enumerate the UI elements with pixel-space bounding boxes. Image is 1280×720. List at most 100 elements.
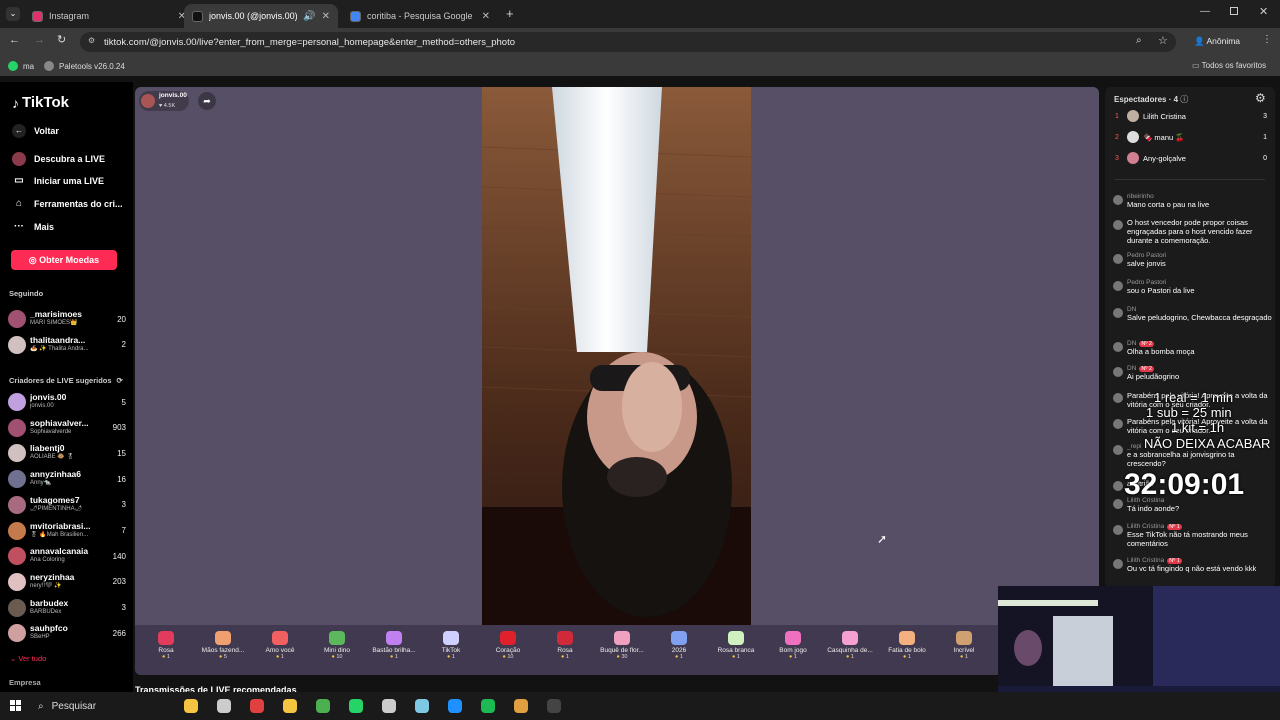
viewer-row[interactable]: 1 Lilith Cristina 3: [1115, 107, 1267, 125]
live-video-area[interactable]: jonvis.00 ♥ 4.5K ➦ Rosa ● 1 Mãos fazend...…: [135, 87, 1099, 675]
nav-item-0[interactable]: Descubra a LIVE: [12, 152, 105, 166]
tiktok-logo[interactable]: ♪ TikTok: [12, 94, 69, 111]
see-all-link[interactable]: ⌄ Ver tudo: [10, 654, 46, 663]
gift-item[interactable]: Bastão brilha... ● 1: [368, 631, 420, 660]
account-row[interactable]: mvitoriabrasi... 🎖 🔥Mah Brasilien... 7: [8, 519, 126, 543]
chat-message[interactable]: DN Nº 2 Olha a bomba moça: [1113, 340, 1273, 356]
minimize-icon[interactable]: —: [1200, 6, 1210, 17]
menu-icon[interactable]: ⋮: [1262, 34, 1272, 45]
spotify-icon[interactable]: [481, 699, 495, 713]
coin-icon: ◎: [28, 255, 37, 265]
chat-text: e a sobrancelha ai jonvisgrino ta cresce…: [1127, 450, 1235, 468]
gift-item[interactable]: Rosa ● 1: [539, 631, 591, 660]
site-info-icon[interactable]: ⚙: [88, 36, 95, 45]
gift-item[interactable]: Incrível ● 1: [938, 631, 990, 660]
gift-item[interactable]: Amo você ● 1: [254, 631, 306, 660]
gift-item[interactable]: Fatia de bolo ● 1: [881, 631, 933, 660]
chat-message[interactable]: Lilith Cristina Nº 1 Esse TikTok não tá mo…: [1113, 523, 1273, 548]
all-bookmarks[interactable]: ▭ Todos os favoritos: [1192, 61, 1266, 70]
account-row[interactable]: liabentj0 AOLIABE 🐵 🎖 15: [8, 441, 126, 465]
reload-icon[interactable]: ↻: [57, 33, 66, 46]
gift-icon: [557, 631, 573, 645]
edge-icon[interactable]: [448, 699, 462, 713]
gift-item[interactable]: Rosa branca ● 1: [710, 631, 762, 660]
chrome-icon[interactable]: [316, 699, 330, 713]
chat-message[interactable]: Pedro Pastori sou o Pastori da live: [1113, 279, 1273, 295]
account-row[interactable]: neryzinhaa nery!!🖤 ✨ 203: [8, 570, 126, 594]
chat-message[interactable]: ribeirinho Mano corta o pau na live: [1113, 193, 1273, 209]
whatsapp-icon[interactable]: [349, 699, 363, 713]
obs-icon[interactable]: [547, 699, 561, 713]
account-row[interactable]: thalitaandra... 🍝 ✨ Thalita Andra... 2: [8, 333, 126, 357]
coins-label: Obter Moedas: [39, 255, 100, 265]
account-row[interactable]: _marisimoes MARI SIMÕES👑 20: [8, 307, 126, 331]
task-view-icon[interactable]: [217, 699, 231, 713]
viewer-row[interactable]: 2 🍫 manu 🍒 1: [1115, 128, 1267, 146]
chrome-active-icon[interactable]: [514, 699, 528, 713]
tab-0[interactable]: Instagram ✕: [24, 4, 194, 28]
viewer-count: 15: [117, 448, 126, 458]
avatar: [8, 393, 26, 411]
camera-icon: ▭: [14, 175, 24, 186]
account-row[interactable]: tukagomes7 🌶PIMENTINHA🌶 3: [8, 493, 126, 517]
gift-item[interactable]: 2026 ● 1: [653, 631, 705, 660]
gift-item[interactable]: Bom jogo ● 1: [767, 631, 819, 660]
new-tab-button[interactable]: +: [506, 6, 514, 21]
get-coins-button[interactable]: ◎ Obter Moedas: [11, 250, 117, 270]
forward-icon[interactable]: →: [34, 34, 45, 46]
back-icon[interactable]: ←: [9, 34, 20, 46]
nav-item-3[interactable]: ··· Mais: [12, 221, 54, 232]
chat-message[interactable]: Lilith Cristina Nº 1 Ou vc tá fingindo q n…: [1113, 557, 1273, 573]
address-bar[interactable]: ⚙ tiktok.com/@jonvis.00/live?enter_from_…: [80, 32, 1176, 52]
gift-item[interactable]: Casquinha de... ● 1: [824, 631, 876, 660]
windows-start-icon[interactable]: [10, 700, 21, 711]
account-row[interactable]: jonvis.00 jonvis.00 5: [8, 390, 126, 414]
tab-2[interactable]: coritiba - Pesquisa Google ✕: [342, 4, 498, 28]
notes-icon[interactable]: [415, 699, 429, 713]
account-row[interactable]: sophiavalver... Sophiavalverde 903: [8, 416, 126, 440]
zoom-icon[interactable]: ⌕: [1136, 35, 1142, 46]
chat-message[interactable]: DN Salve peludogrino, Chewbacca desgraçad…: [1113, 306, 1273, 322]
profile-chip[interactable]: 👤 Anônima: [1194, 36, 1240, 47]
antivirus-icon[interactable]: [250, 699, 264, 713]
account-row[interactable]: annavalcanaia Ana Coloring 140: [8, 544, 126, 568]
app-icon[interactable]: [382, 699, 396, 713]
chat-message[interactable]: Pedro Pastori salve jonvis: [1113, 252, 1273, 268]
share-icon[interactable]: ➦: [198, 92, 216, 110]
bookmark-star-icon[interactable]: ☆: [1158, 34, 1168, 47]
chat-message[interactable]: DN Nº 2 Ai peludãogrino: [1113, 365, 1273, 381]
info-icon[interactable]: ⓘ: [1180, 95, 1188, 104]
settings-icon[interactable]: ⚙: [1255, 91, 1266, 105]
tab-search-icon[interactable]: ⌄: [6, 7, 20, 21]
account-row[interactable]: sauhpfco SBeHP 266: [8, 621, 126, 645]
tab-1[interactable]: jonvis.00 (@jonvis.00) com 🔊 ✕: [184, 4, 338, 28]
account-row[interactable]: annyzinhaa6 Anny🐀 16: [8, 467, 126, 491]
gift-item[interactable]: Coração ● 10: [482, 631, 534, 660]
refresh-icon[interactable]: ⟳: [117, 376, 123, 385]
speaker-icon[interactable]: 🔊: [303, 11, 315, 22]
gift-item[interactable]: Mini dino ● 10: [311, 631, 363, 660]
bookmark-ma[interactable]: ma: [8, 61, 34, 71]
restore-icon[interactable]: [1230, 7, 1238, 15]
file-explorer-icon[interactable]: [283, 699, 297, 713]
chat-message[interactable]: O host vencedor pode propor coisas engra…: [1113, 218, 1273, 245]
close-window-icon[interactable]: ✕: [1259, 5, 1268, 18]
viewer-count: 7: [121, 526, 126, 535]
avatar: [8, 495, 26, 514]
gift-item[interactable]: Rosa ● 1: [140, 631, 192, 660]
host-chip[interactable]: jonvis.00 ♥ 4.5K: [139, 91, 189, 111]
gift-item[interactable]: Mãos fazend... ● 5: [197, 631, 249, 660]
account-row[interactable]: barbudex BARBUDex 3: [8, 596, 126, 620]
gift-item[interactable]: Buquê de flor... ● 30: [596, 631, 648, 660]
back-label: Voltar: [34, 126, 59, 136]
bookmark-paletools[interactable]: Paletools v26.0.24: [44, 61, 125, 71]
widgets-icon[interactable]: [184, 699, 198, 713]
back-link[interactable]: ← Voltar: [12, 124, 59, 138]
gift-item[interactable]: TikTok ● 1: [425, 631, 477, 660]
close-tab-icon[interactable]: ✕: [322, 11, 330, 22]
viewer-row[interactable]: 3 Any-golçalve 0: [1115, 149, 1267, 167]
nav-item-2[interactable]: ⌂ Ferramentas do cri...: [12, 198, 123, 209]
gift-name: Rosa branca: [717, 647, 755, 654]
close-tab-icon[interactable]: ✕: [482, 11, 490, 22]
nav-item-1[interactable]: ▭ Iniciar uma LIVE: [12, 175, 104, 186]
